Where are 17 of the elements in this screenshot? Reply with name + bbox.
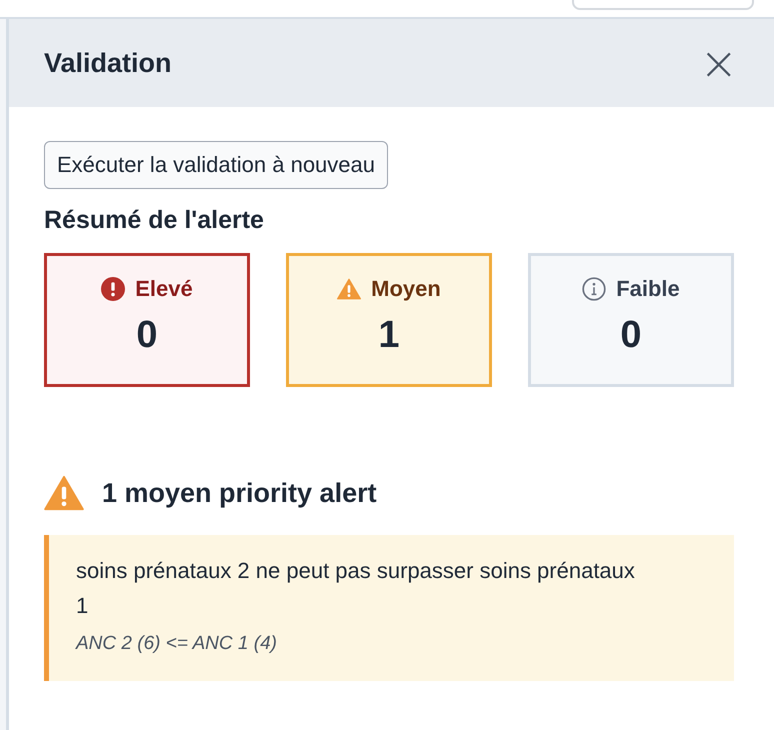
close-button[interactable]: × (699, 40, 738, 86)
alert-message: soins prénataux 2 ne peut pas surpasser soins prénataux 1 (76, 557, 636, 620)
rerun-validation-button[interactable]: Exécuter la validation à nouveau (44, 141, 388, 189)
severity-label: Elevé (135, 276, 193, 302)
exclamation-icon (101, 277, 126, 301)
info-icon (582, 277, 606, 301)
warning-icon (44, 475, 84, 511)
summary-title: Résumé de l'alerte (44, 206, 265, 235)
alert-count: 0 (620, 314, 642, 357)
warning-icon (337, 277, 362, 301)
severity-label: Faible (616, 276, 680, 302)
alert-count: 1 (378, 314, 400, 357)
alert-detail: ANC 2 (6) <= ANC 1 (4) (76, 633, 278, 656)
severity-label: Moyen (371, 276, 441, 302)
alert-group-heading: 1 moyen priority alert (102, 478, 377, 508)
panel-title: Validation (44, 48, 172, 78)
alert-count: 0 (136, 314, 158, 357)
